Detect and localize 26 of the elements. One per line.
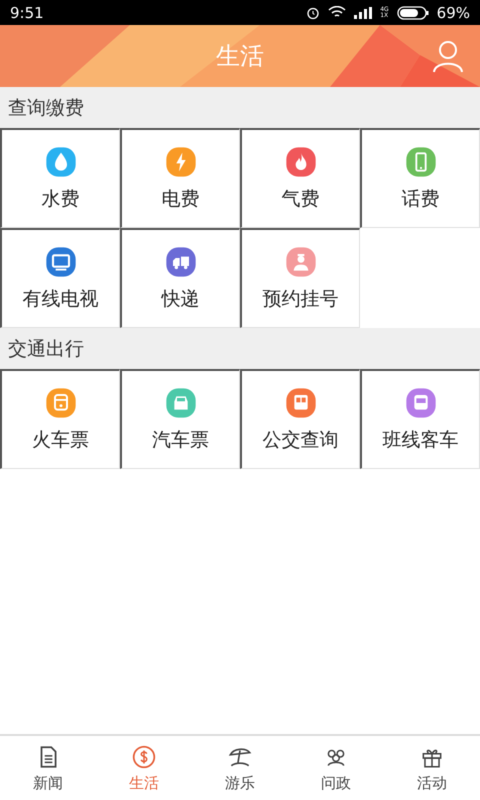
status-time: 9:51	[10, 4, 44, 22]
alarm-icon	[306, 6, 320, 20]
service-tile[interactable]: 公交查询	[240, 369, 360, 469]
money-icon	[131, 744, 157, 770]
service-tile[interactable]: 预约挂号	[240, 228, 360, 328]
service-tile[interactable]: 有线电视	[0, 228, 120, 328]
section-header: 查询缴费	[0, 87, 480, 128]
service-tile[interactable]: 快递	[120, 228, 240, 328]
section-header: 交通出行	[0, 328, 480, 369]
service-tile[interactable]: 话费	[360, 128, 480, 228]
service-tile[interactable]: 班线客车	[360, 369, 480, 469]
service-tile[interactable]: 汽车票	[120, 369, 240, 469]
nav-tab[interactable]: 问政	[288, 736, 384, 800]
nav-tab[interactable]: 活动	[384, 736, 480, 800]
user-icon[interactable]	[432, 39, 464, 73]
signal-icon	[354, 6, 372, 18]
battery-percent: 69%	[436, 4, 470, 22]
wifi-icon	[328, 6, 346, 19]
page-title: 生活	[216, 41, 264, 72]
nav-tab[interactable]: 新闻	[0, 736, 96, 800]
service-tile[interactable]: 电费	[120, 128, 240, 228]
battery-icon	[396, 6, 429, 20]
service-tile[interactable]: 水费	[0, 128, 120, 228]
service-tile[interactable]: 气费	[240, 128, 360, 228]
service-tile[interactable]: 火车票	[0, 369, 120, 469]
nav-tab[interactable]: 游乐	[192, 736, 288, 800]
